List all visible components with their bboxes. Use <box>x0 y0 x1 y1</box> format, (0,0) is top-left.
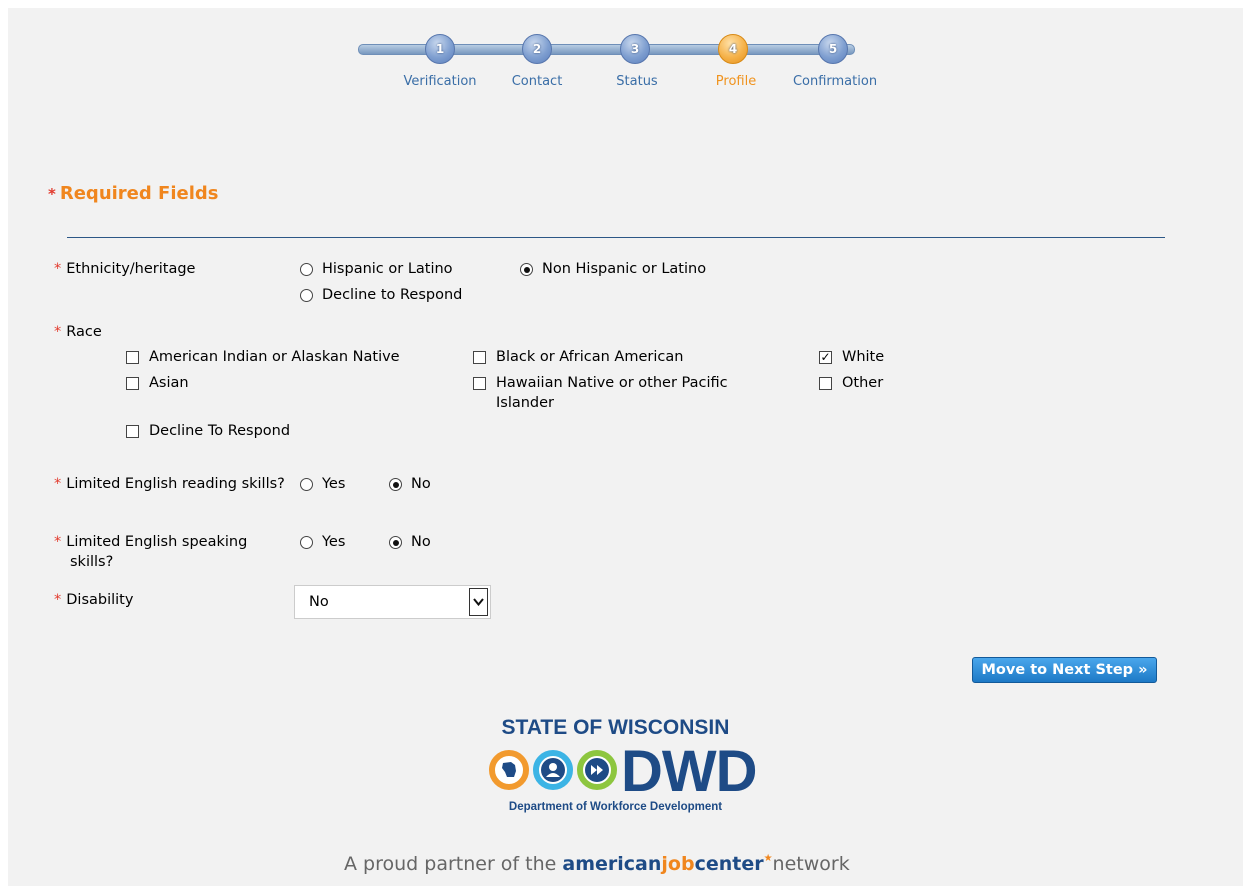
partner-tagline: A proud partner of the americanjobcenter… <box>344 853 850 875</box>
step-label: Status <box>616 74 658 89</box>
checkbox[interactable] <box>126 351 139 364</box>
move-to-next-step-button[interactable]: Move to Next Step » <box>972 657 1157 683</box>
radio-button[interactable] <box>300 289 313 302</box>
dwd-logo: DWD <box>489 739 758 804</box>
required-star: * <box>54 592 62 608</box>
radio-button[interactable] <box>300 478 313 491</box>
reading-label-text: Limited English reading skills? <box>66 476 285 492</box>
step-label: Verification <box>403 74 477 89</box>
required-star: * <box>54 534 62 550</box>
logo-state-text: STATE OF WISCONSIN <box>501 716 730 739</box>
radio-button-selected[interactable] <box>389 536 402 549</box>
ethnicity-option-non-hispanic[interactable]: Non Hispanic or Latino <box>520 259 706 279</box>
partner-suffix: network <box>772 853 850 875</box>
partner-american: american <box>562 853 662 875</box>
checkbox[interactable] <box>126 377 139 390</box>
checkbox[interactable] <box>473 377 486 390</box>
disability-label-text: Disability <box>66 592 134 608</box>
step-number: 2 <box>522 34 552 64</box>
option-label: Decline to Respond <box>322 287 463 303</box>
disability-select[interactable]: No <box>294 585 491 619</box>
option-label: No <box>411 534 431 550</box>
star-icon: ★ <box>763 853 773 864</box>
disability-label: * Disability <box>54 590 133 610</box>
radio-button-selected[interactable] <box>520 263 533 276</box>
step-label: Confirmation <box>792 74 878 89</box>
required-star: * <box>48 185 56 203</box>
radio-button-selected[interactable] <box>389 478 402 491</box>
wisconsin-map-icon <box>489 750 529 790</box>
race-option-black[interactable]: Black or African American <box>473 347 683 367</box>
ethnicity-label-text: Ethnicity/heritage <box>66 261 196 277</box>
fast-forward-icon <box>577 750 617 790</box>
race-option-american-indian[interactable]: American Indian or Alaskan Native <box>126 347 400 367</box>
ethnicity-label: * Ethnicity/heritage <box>54 259 195 279</box>
race-option-asian[interactable]: Asian <box>126 373 189 393</box>
required-fields-text: Required Fields <box>59 183 219 204</box>
reading-option-yes[interactable]: Yes <box>300 474 345 494</box>
race-option-decline[interactable]: Decline To Respond <box>126 421 290 441</box>
reading-label: * Limited English reading skills? <box>54 474 295 494</box>
option-label: Hispanic or Latino <box>322 261 453 277</box>
logo-dwd-text: DWD <box>621 739 758 804</box>
option-label: Hawaiian Native or other Pacific Islande… <box>496 375 728 411</box>
checkbox[interactable] <box>126 425 139 438</box>
race-option-white[interactable]: ✓ White <box>819 347 884 367</box>
step-number: 1 <box>425 34 455 64</box>
option-label: Black or African American <box>496 349 684 365</box>
ethnicity-option-hispanic[interactable]: Hispanic or Latino <box>300 259 453 279</box>
person-icon <box>533 750 573 790</box>
step-number: 5 <box>818 34 848 64</box>
step-number: 4 <box>718 34 748 64</box>
partner-center: center <box>694 853 764 875</box>
reading-option-no[interactable]: No <box>389 474 431 494</box>
chevron-down-icon[interactable] <box>469 588 488 616</box>
option-label: Non Hispanic or Latino <box>542 261 707 277</box>
race-label: * Race <box>54 322 102 342</box>
partner-job: job <box>661 853 695 875</box>
required-star: * <box>54 261 62 277</box>
option-label: Yes <box>322 476 346 492</box>
logo-department-text: Department of Workforce Development <box>508 801 723 813</box>
required-fields-title: * Required Fields <box>48 183 218 204</box>
radio-button[interactable] <box>300 263 313 276</box>
speaking-option-yes[interactable]: Yes <box>300 532 345 552</box>
ethnicity-option-decline[interactable]: Decline to Respond <box>300 285 462 305</box>
option-label: American Indian or Alaskan Native <box>149 349 400 365</box>
race-option-hawaiian[interactable]: Hawaiian Native or other Pacific Islande… <box>473 373 773 413</box>
option-label: Decline To Respond <box>149 423 291 439</box>
step-label: Profile <box>715 74 757 89</box>
section-divider <box>67 237 1165 238</box>
speaking-label: * Limited English speaking skills? <box>54 532 295 572</box>
race-option-other[interactable]: Other <box>819 373 883 393</box>
option-label: Other <box>842 375 884 391</box>
option-label: White <box>842 349 885 365</box>
speaking-option-no[interactable]: No <box>389 532 431 552</box>
partner-prefix: A proud partner of the <box>344 853 563 875</box>
race-label-text: Race <box>66 324 102 340</box>
required-star: * <box>54 476 62 492</box>
checkbox-checked[interactable]: ✓ <box>819 351 832 364</box>
progress-steps: 1 Verification 2 Contact 3 Status 4 Prof… <box>0 0 1243 100</box>
radio-button[interactable] <box>300 536 313 549</box>
step-label: Contact <box>511 74 563 89</box>
checkbox[interactable] <box>819 377 832 390</box>
option-label: Yes <box>322 534 346 550</box>
option-label: No <box>411 476 431 492</box>
step-number: 3 <box>620 34 650 64</box>
required-star: * <box>54 324 62 340</box>
disability-select-value: No <box>309 594 329 610</box>
option-label: Asian <box>149 375 189 391</box>
speaking-label-text: Limited English speaking skills? <box>66 534 248 570</box>
checkbox[interactable] <box>473 351 486 364</box>
